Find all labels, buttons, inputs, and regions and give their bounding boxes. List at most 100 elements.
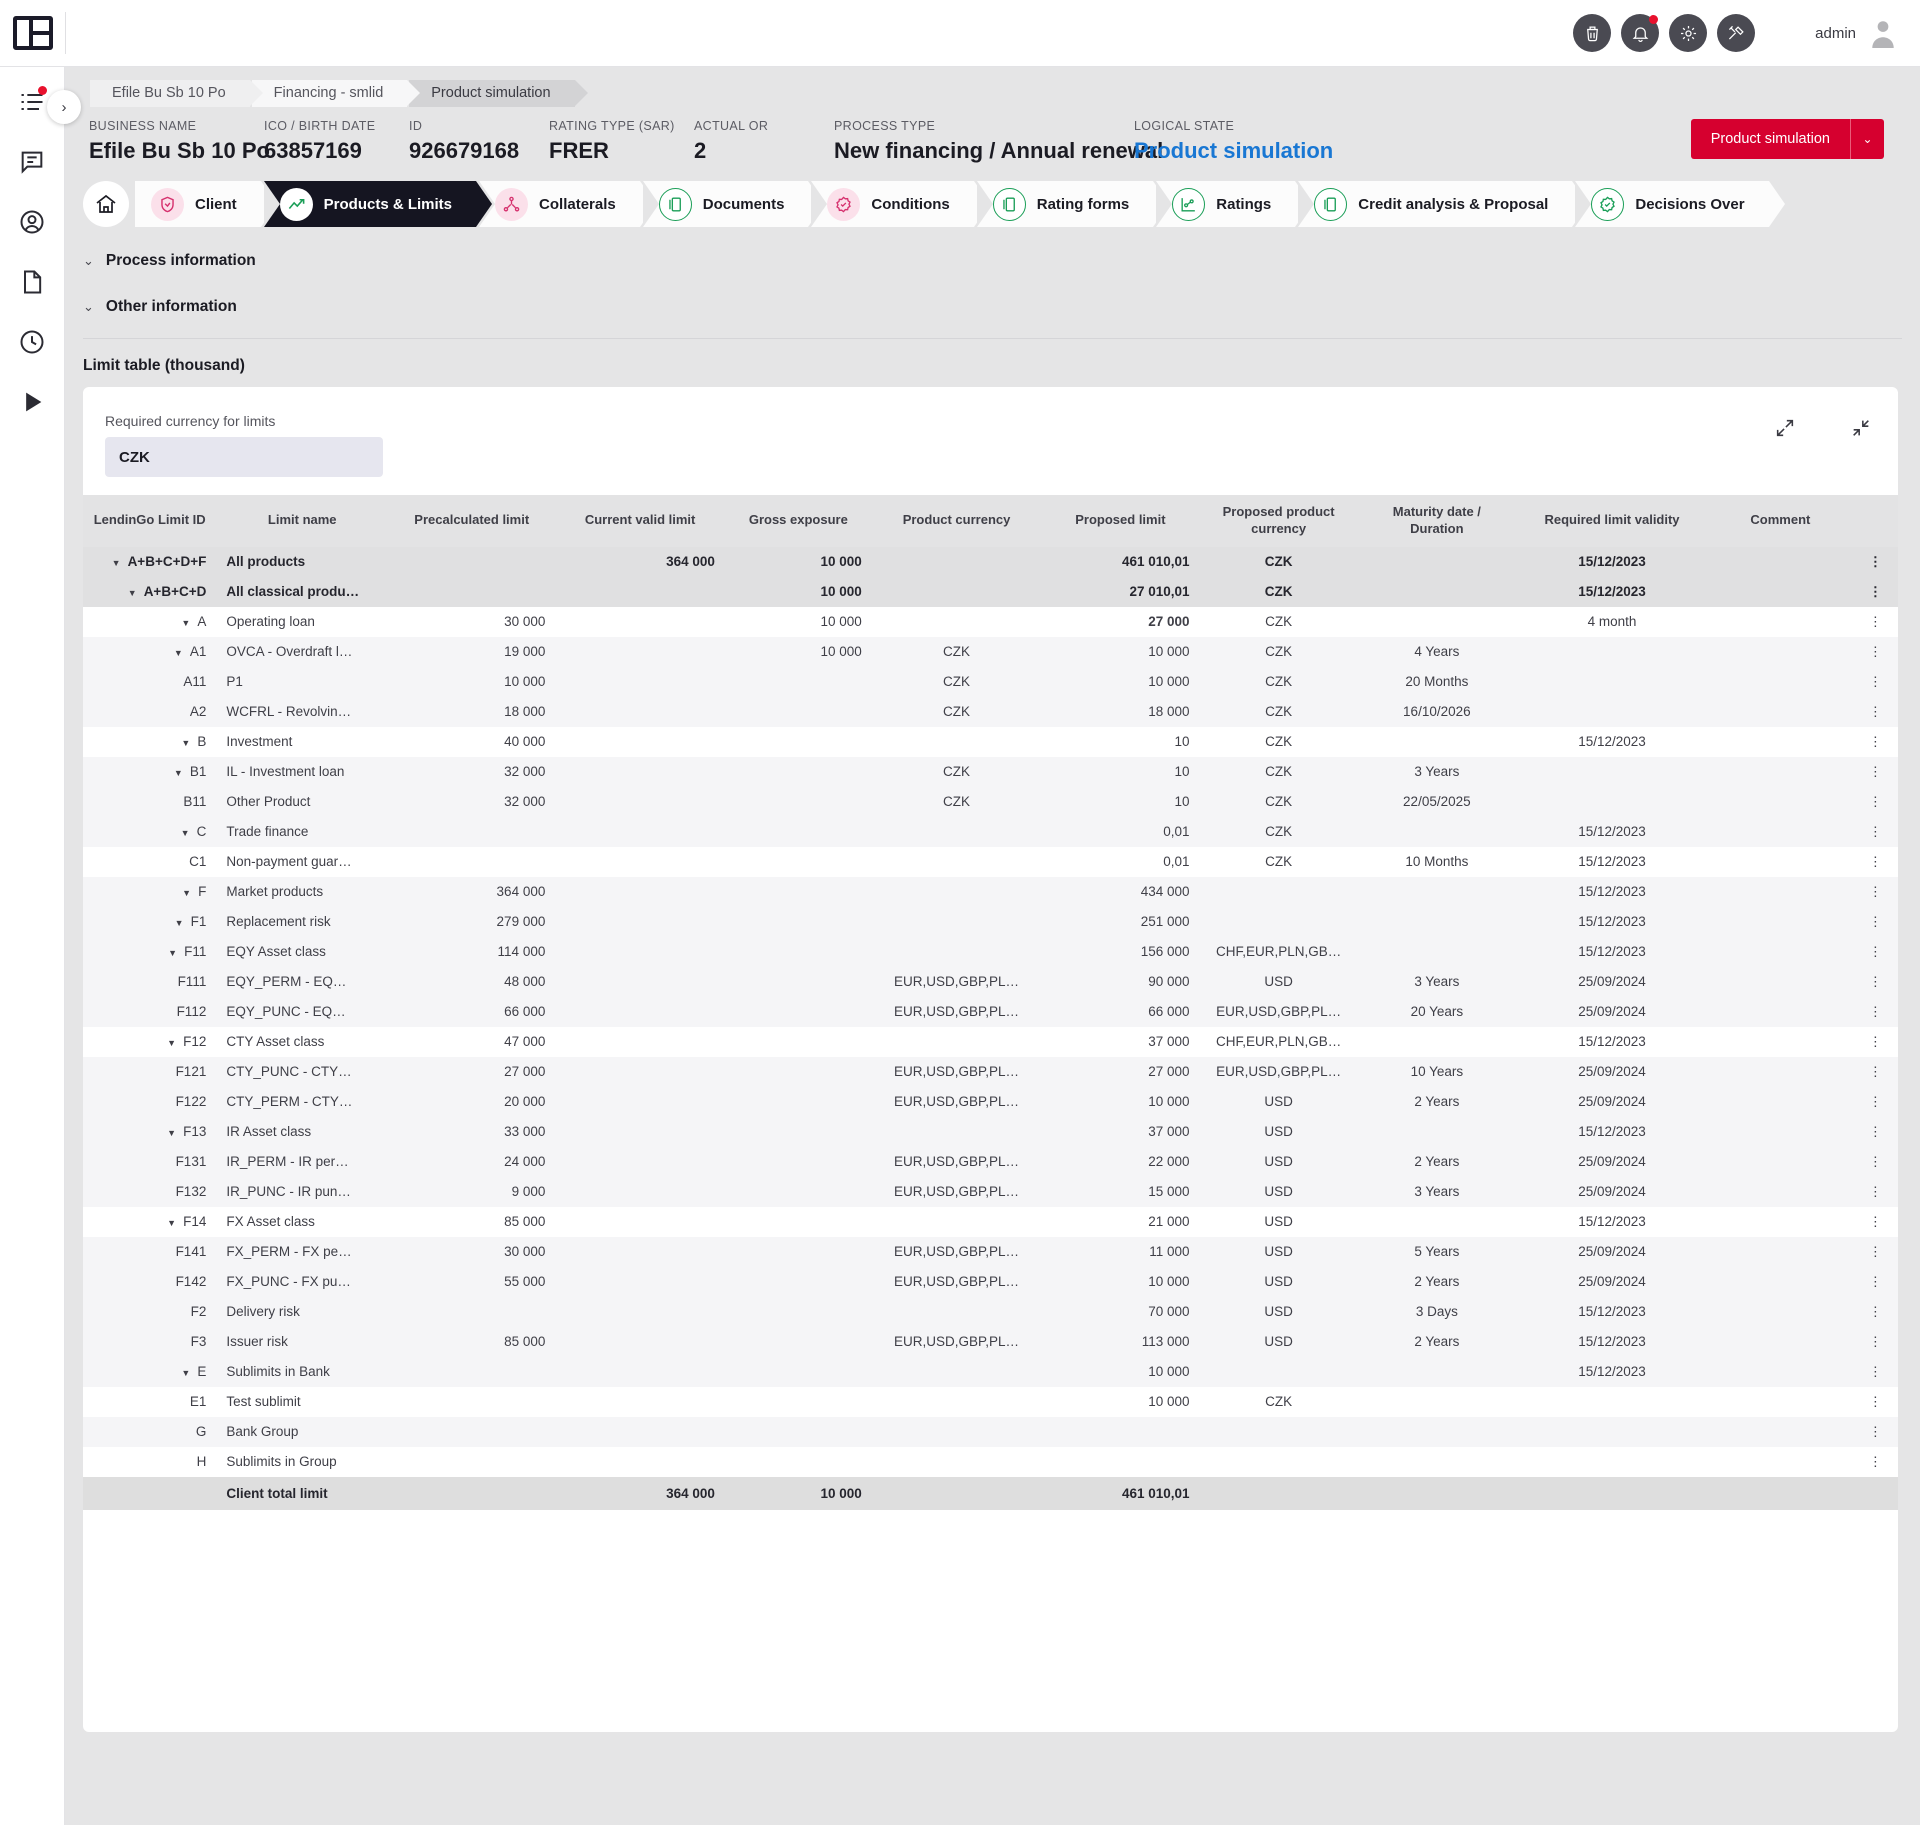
cell-limit-id[interactable]: ▼ F14 [83, 1206, 217, 1237]
step-ratings[interactable]: Ratings [1156, 181, 1312, 227]
caret-down-icon[interactable]: ▼ [182, 888, 191, 898]
table-row[interactable]: ▼ F Market products 364 000 434 000 15/12/202… [83, 876, 1898, 907]
row-menu-icon[interactable]: ⋮ [1852, 1026, 1898, 1057]
row-menu-icon[interactable]: ⋮ [1852, 966, 1898, 997]
caret-down-icon[interactable]: ▼ [167, 1038, 176, 1048]
breadcrumb-item-2[interactable]: Product simulation [409, 79, 588, 107]
product-simulation-button[interactable]: Product simulation [1690, 119, 1850, 159]
table-row[interactable]: ▼ A+B+C+D All classical produ… 10 000 27 010… [83, 576, 1898, 607]
step-credit-analysis-proposal[interactable]: Credit analysis & Proposal [1298, 181, 1589, 227]
row-menu-icon[interactable]: ⋮ [1852, 756, 1898, 787]
row-menu-icon[interactable]: ⋮ [1852, 636, 1898, 667]
table-row[interactable]: ▼ F12 CTY Asset class 47 000 37 000 CHF,EUR,P… [83, 1026, 1898, 1057]
col-header-comment[interactable]: Comment [1708, 495, 1853, 547]
user-circle-icon[interactable] [15, 205, 49, 239]
caret-down-icon[interactable]: ▼ [181, 1368, 190, 1378]
cell-limit-id[interactable]: ▼ A [83, 606, 217, 637]
row-menu-icon[interactable]: ⋮ [1852, 576, 1898, 607]
table-row[interactable]: ▼ B Investment 40 000 10 CZK 15/12/2023 ⋮ [83, 726, 1898, 757]
caret-down-icon[interactable]: ▼ [181, 738, 190, 748]
table-row[interactable]: ▼ F11 EQY Asset class 114 000 156 000 CHF,EUR… [83, 936, 1898, 967]
bell-icon[interactable] [1621, 14, 1660, 52]
caret-down-icon[interactable]: ▼ [167, 1128, 176, 1138]
col-header-maturity[interactable]: Maturity date / Duration [1357, 495, 1516, 547]
row-menu-icon[interactable]: ⋮ [1852, 1326, 1898, 1357]
cell-limit-id[interactable]: ▼F121 [83, 1056, 217, 1087]
caret-down-icon[interactable]: ▼ [174, 648, 183, 658]
cell-limit-id[interactable]: ▼ B [83, 726, 217, 757]
cell-limit-id[interactable]: ▼F141 [83, 1236, 217, 1267]
caret-down-icon[interactable]: ▼ [181, 618, 190, 628]
cell-limit-id[interactable]: ▼ F12 [83, 1026, 217, 1057]
row-menu-icon[interactable]: ⋮ [1852, 1416, 1898, 1447]
table-row[interactable]: ▼B11Other Product32 000CZK10CZK22/05/202… [83, 786, 1898, 817]
col-header-gross-exposure[interactable]: Gross exposure [724, 495, 872, 547]
row-menu-icon[interactable]: ⋮ [1852, 1056, 1898, 1087]
accordion-process-information[interactable]: ⌄ Process information [83, 252, 1920, 270]
cell-limit-id[interactable]: ▼ F11 [83, 936, 217, 967]
cell-limit-id[interactable]: ▼ B1 [83, 756, 217, 787]
caret-down-icon[interactable]: ▼ [181, 828, 190, 838]
table-row[interactable]: ▼A11P110 000CZK10 000CZK20 Months⋮ [83, 666, 1898, 697]
table-row[interactable]: ▼F111EQY_PERM - EQ…48 000 EUR,USD,GBP,PL…… [83, 966, 1898, 997]
col-header-limit-name[interactable]: Limit name [216, 495, 389, 547]
table-row[interactable]: ▼C1Non-payment guar… 0,01CZK10 Months15/1… [83, 846, 1898, 877]
table-row[interactable]: ▼F3Issuer risk85 000 EUR,USD,GBP,PL…113 0… [83, 1326, 1898, 1357]
rail-expand-button[interactable]: › [47, 90, 81, 124]
cell-limit-id[interactable]: ▼H [83, 1446, 217, 1477]
cell-limit-id[interactable]: ▼ C [83, 816, 217, 847]
row-menu-icon[interactable]: ⋮ [1852, 996, 1898, 1027]
expand-icon[interactable] [1774, 417, 1796, 439]
step-conditions[interactable]: Conditions [811, 181, 991, 227]
cell-limit-id[interactable]: ▼ F1 [83, 906, 217, 937]
row-menu-icon[interactable]: ⋮ [1852, 1446, 1898, 1477]
table-row[interactable]: ▼ C Trade finance 0,01 CZK 15/12/2023 ⋮ [83, 816, 1898, 847]
tools-icon[interactable] [1717, 14, 1756, 52]
comment-icon[interactable] [15, 145, 49, 179]
accordion-other-information[interactable]: ⌄ Other information [83, 298, 1920, 316]
cell-limit-id[interactable]: ▼F122 [83, 1086, 217, 1117]
table-row[interactable]: ▼ A+B+C+D+F All products 364 000 10 000 461 0… [83, 546, 1898, 577]
caret-down-icon[interactable]: ▼ [174, 768, 183, 778]
row-menu-icon[interactable]: ⋮ [1852, 936, 1898, 967]
row-menu-icon[interactable]: ⋮ [1852, 1176, 1898, 1207]
cell-limit-id[interactable]: ▼ A+B+C+D+F [83, 546, 217, 577]
cell-limit-id[interactable]: ▼F131 [83, 1146, 217, 1177]
row-menu-icon[interactable]: ⋮ [1852, 1296, 1898, 1327]
table-row[interactable]: ▼F132IR_PUNC - IR pun…9 000 EUR,USD,GBP,P… [83, 1176, 1898, 1207]
step-rating-forms[interactable]: Rating forms [976, 181, 1169, 227]
caret-down-icon[interactable]: ▼ [175, 918, 184, 928]
caret-down-icon[interactable]: ▼ [128, 588, 137, 598]
table-row[interactable]: ▼F112EQY_PUNC - EQ…66 000EUR,USD,GBP,PL…… [83, 996, 1898, 1027]
cell-limit-id[interactable]: ▼ A1 [83, 636, 217, 667]
cell-limit-id[interactable]: ▼F132 [83, 1176, 217, 1207]
user-menu[interactable]: admin [1815, 18, 1896, 48]
row-menu-icon[interactable]: ⋮ [1852, 1236, 1898, 1267]
caret-down-icon[interactable]: ▼ [168, 948, 177, 958]
cell-limit-id[interactable]: ▼ F13 [83, 1116, 217, 1147]
cell-limit-id[interactable]: ▼F2 [83, 1296, 217, 1327]
cell-limit-id[interactable]: ▼A2 [83, 696, 217, 727]
cell-limit-id[interactable]: ▼F142 [83, 1266, 217, 1297]
row-menu-icon[interactable]: ⋮ [1852, 876, 1898, 907]
step-products-limits[interactable]: Products & Limits [263, 181, 493, 227]
collapse-icon[interactable] [1850, 417, 1872, 439]
row-menu-icon[interactable]: ⋮ [1852, 1356, 1898, 1387]
table-row[interactable]: ▼F142FX_PUNC - FX pu…55 000 EUR,USD,GBP,P… [83, 1266, 1898, 1297]
col-header-precalculated[interactable]: Precalculated limit [388, 495, 556, 547]
row-menu-icon[interactable]: ⋮ [1852, 1206, 1898, 1237]
cell-limit-id[interactable]: ▼B11 [83, 786, 217, 817]
cell-limit-id[interactable]: ▼F3 [83, 1326, 217, 1357]
breadcrumb-item-1[interactable]: Financing - smlid [251, 79, 420, 107]
table-row[interactable]: ▼ F1 Replacement risk 279 000 251 000 15/12/2… [83, 906, 1898, 937]
gear-icon[interactable] [1669, 14, 1708, 52]
step-decisions-over[interactable]: Decisions Over [1575, 181, 1785, 227]
table-row[interactable]: ▼ F14 FX Asset class 85 000 21 000 USD 15/12/2… [83, 1206, 1898, 1237]
row-menu-icon[interactable]: ⋮ [1852, 906, 1898, 937]
table-row[interactable]: ▼F141FX_PERM - FX pe…30 000 EUR,USD,GBP,P… [83, 1236, 1898, 1267]
table-row[interactable]: ▼GBank Group ⋮ [83, 1416, 1898, 1447]
table-row[interactable]: ▼F131IR_PERM - IR per…24 000 EUR,USD,GBP,… [83, 1146, 1898, 1177]
table-row[interactable]: ▼A2WCFRL - Revolvin…18 000CZK18 000CZK16… [83, 696, 1898, 727]
caret-down-icon[interactable]: ▼ [167, 1218, 176, 1228]
col-header-proposed-currency[interactable]: Proposed product currency [1199, 495, 1358, 547]
